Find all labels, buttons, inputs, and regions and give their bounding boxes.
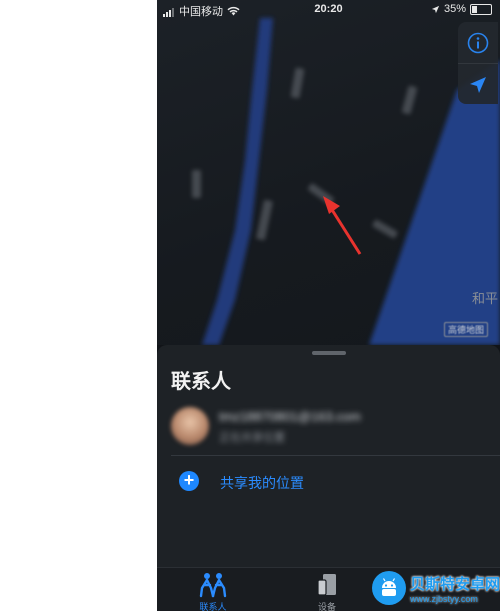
watermark-title: 贝斯特安卓网 [410, 576, 500, 593]
info-button[interactable] [458, 22, 498, 63]
share-my-location-label: 共享我的位置 [220, 475, 304, 491]
people-sheet: 联系人 tmz18870801@163.com 正在共享位置 + 共享我的位置 [157, 345, 500, 567]
battery-percent: 35% [443, 3, 466, 15]
map-view[interactable]: 和平 高德地图 [157, 0, 500, 345]
robot-logo-icon [372, 571, 406, 605]
status-bar: 中国移动 20:20 35% [157, 0, 500, 18]
share-my-location-button[interactable]: + 共享我的位置 [157, 465, 500, 497]
info-icon [467, 32, 489, 53]
contact-status: 正在共享位置 [219, 432, 285, 444]
annotation-arrow [323, 196, 362, 255]
tab-people-label: 联系人 [199, 602, 227, 611]
watermark-url: www.zjbstyy.com [410, 594, 478, 604]
tab-devices[interactable]: 设备 [287, 568, 367, 611]
avatar [171, 407, 209, 445]
tab-devices-label: 设备 [317, 602, 336, 611]
contact-list-item[interactable]: tmz18870801@163.com 正在共享位置 [157, 401, 500, 451]
map-place-label: 和平 [471, 291, 498, 306]
sheet-title: 联系人 [171, 371, 231, 393]
map-provider-badge: 高德地图 [443, 322, 488, 337]
site-watermark: 贝斯特安卓网 www.zjbstyy.com [372, 569, 500, 611]
contact-email: tmz18870801@163.com [219, 409, 361, 424]
devices-icon [317, 574, 336, 596]
sheet-grabber[interactable] [312, 351, 346, 355]
location-button[interactable] [458, 63, 498, 105]
people-icon [199, 573, 227, 598]
divider [171, 455, 500, 456]
location-icon [470, 76, 486, 93]
tab-people[interactable]: 联系人 [173, 568, 253, 611]
location-arrow-icon [431, 5, 440, 13]
battery-icon [470, 3, 492, 15]
phone-screen: 和平 高德地图 中国移动 20:20 35% 联系人 tmz18870801@1… [157, 0, 500, 611]
plus-icon: + [179, 471, 199, 491]
map-controls [458, 22, 498, 104]
